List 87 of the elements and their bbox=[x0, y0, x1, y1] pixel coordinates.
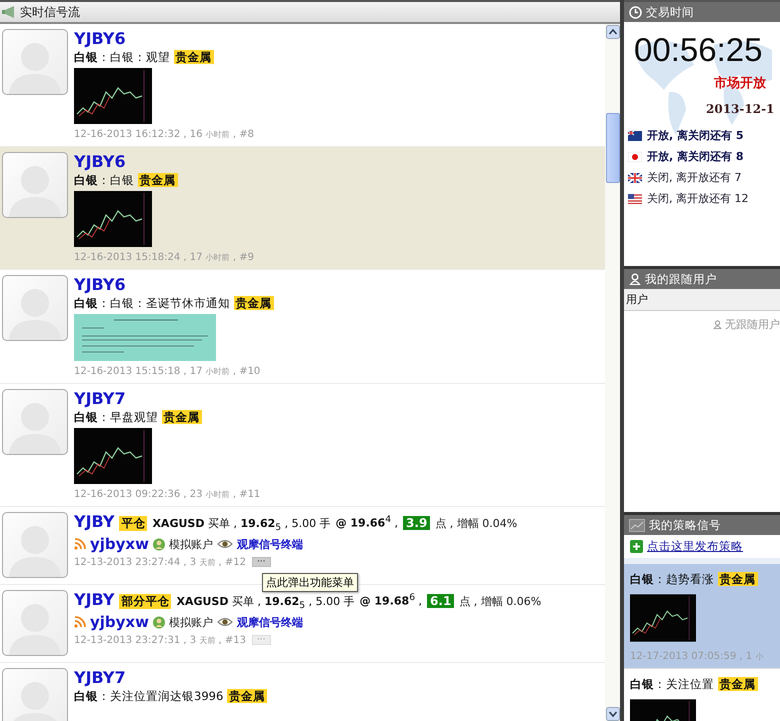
author-link[interactable]: YJBY6 bbox=[74, 275, 126, 294]
user-icon bbox=[152, 616, 165, 629]
avatar bbox=[2, 29, 68, 95]
action-tag: 部分平仓 bbox=[119, 594, 172, 609]
scrollbar[interactable] bbox=[605, 24, 620, 721]
signal-text: 白银：关注位置 贵金属 bbox=[630, 677, 758, 692]
signal-item[interactable]: YJBY6 白银：白银：观望 贵金属 12-16-2013 16:12:32 , 16 小时前 , #8 bbox=[0, 24, 605, 147]
panel-title: 我的跟随用户 bbox=[645, 272, 717, 286]
rss-icon bbox=[74, 616, 86, 628]
avatar bbox=[2, 389, 68, 455]
more-button[interactable]: ··· bbox=[252, 556, 271, 567]
account-label: 模拟账户 bbox=[168, 614, 213, 630]
fill-price: @ 19.68$^{6}$ , bbox=[360, 592, 422, 608]
flag-icon bbox=[628, 130, 642, 140]
session-status: 开放, 离关闭还有 5 bbox=[647, 128, 744, 143]
avatar bbox=[2, 275, 68, 341]
megaphone-icon bbox=[2, 6, 16, 18]
terminal-link[interactable]: 观摩信号终端 bbox=[236, 614, 303, 630]
author-link[interactable]: YJBY6 bbox=[74, 29, 126, 48]
post-meta: 12-16-2013 15:18:24 , 17 小时前 , #9 bbox=[74, 252, 254, 263]
avatar bbox=[2, 668, 68, 721]
signal-item[interactable]: YJBY6 白银：白银 贵金属 12-16-2013 15:18:24 , 17 小时前 , #9 bbox=[0, 147, 605, 270]
strategy-item[interactable]: 白银：趋势看涨 贵金属 12-17-2013 07:05:59 , 1 小 bbox=[624, 564, 780, 669]
action-tag: 平仓 bbox=[119, 516, 148, 531]
user-icon bbox=[713, 320, 722, 329]
signal-text: 白银：关注位置润达银3996 贵金属 bbox=[74, 689, 267, 704]
user-icon bbox=[152, 538, 165, 551]
rss-icon bbox=[74, 538, 86, 550]
market-date: 2013-12-1 bbox=[706, 102, 774, 116]
post-meta: 12-16-2013 16:12:32 , 16 小时前 , #8 bbox=[74, 129, 254, 140]
fill-price: @ 19.66$^{4}$ , bbox=[336, 514, 398, 530]
post-meta: 12-13-2013 23:27:31 , 3 天前 , #13 bbox=[74, 635, 246, 646]
clock-time: 00:56:25 bbox=[634, 32, 762, 68]
flag-icon bbox=[628, 152, 642, 162]
panel-title: 我的策略信号 bbox=[649, 518, 721, 532]
chart-icon bbox=[629, 518, 645, 532]
signal-item[interactable]: YJBY6 白银：白银：圣诞节休市通知 贵金属 12-16-2013 15:15:18 , 17 小时前 , #10 bbox=[0, 270, 605, 384]
pips-badge: 6.1 bbox=[427, 594, 454, 608]
post-meta: 12-16-2013 15:15:18 , 17 小时前 , #10 bbox=[74, 366, 260, 377]
signal-item[interactable]: YJBY7 白银：早盘观望 贵金属 12-16-2013 09:22:36 , 23 小时前 , #11 bbox=[0, 384, 605, 507]
session-status: 开放, 离关闭还有 8 bbox=[647, 149, 744, 164]
order-text: XAGUSD 买单 , 19.62$_{5}$ , 5.00 手 bbox=[152, 516, 331, 534]
signal-item[interactable]: YJBY7 白银：关注位置润达银3996 贵金属 bbox=[0, 663, 605, 721]
clock-icon bbox=[629, 6, 642, 18]
signal-text: 白银：白银：圣诞节休市通知 贵金属 bbox=[74, 296, 274, 311]
post-meta: 12-17-2013 07:05:59 , 1 小 bbox=[630, 651, 764, 662]
order-text: XAGUSD 买单 , 19.62$_{5}$ , 5.00 手 bbox=[176, 594, 355, 612]
author-link[interactable]: YJBY6 bbox=[74, 152, 126, 171]
scroll-thumb[interactable] bbox=[606, 113, 620, 183]
signal-text: 白银：白银 贵金属 bbox=[74, 173, 178, 188]
author-link[interactable]: YJBY7 bbox=[74, 389, 126, 408]
signal-text: 白银：趋势看涨 贵金属 bbox=[630, 572, 758, 587]
session-status: 关闭, 离开放还有 7 bbox=[647, 170, 742, 185]
avatar bbox=[2, 152, 68, 218]
eye-icon bbox=[216, 539, 233, 550]
signal-text: 白银：白银：观望 贵金属 bbox=[74, 50, 214, 65]
panel-title: 交易时间 bbox=[646, 4, 694, 20]
tooltip: 点此弹出功能菜单 bbox=[262, 572, 358, 592]
publish-link[interactable]: 点击这里发布策略 bbox=[647, 539, 743, 554]
scroll-up-button[interactable] bbox=[606, 25, 620, 39]
avatar bbox=[2, 512, 68, 578]
post-meta: 12-13-2013 23:27:44 , 3 天前 , #12 bbox=[74, 557, 246, 568]
empty-message: 无跟随用户 bbox=[725, 317, 780, 332]
author-link[interactable]: YJBY bbox=[74, 590, 114, 609]
user-icon bbox=[629, 273, 641, 285]
flag-icon bbox=[628, 194, 642, 204]
panel-title: 实时信号流 bbox=[20, 4, 80, 20]
avatar bbox=[2, 590, 68, 656]
plus-icon bbox=[630, 540, 643, 553]
scroll-down-button[interactable] bbox=[606, 707, 620, 721]
signal-text: 白银：早盘观望 贵金属 bbox=[74, 410, 202, 425]
source-link[interactable]: yjbyxw bbox=[90, 535, 149, 554]
account-label: 模拟账户 bbox=[168, 536, 213, 552]
source-link[interactable]: yjbyxw bbox=[90, 613, 149, 632]
column-header: 用户 bbox=[626, 293, 648, 306]
change-text: 点 , 增幅 0.04% bbox=[435, 516, 518, 531]
change-text: 点 , 增幅 0.06% bbox=[459, 594, 542, 609]
strategy-item[interactable]: 白银：关注位置 贵金属 bbox=[624, 669, 780, 721]
author-link[interactable]: YJBY7 bbox=[74, 668, 126, 687]
eye-icon bbox=[216, 617, 233, 628]
post-meta: 12-16-2013 09:22:36 , 23 小时前 , #11 bbox=[74, 489, 260, 500]
session-status: 关闭, 离开放还有 12 bbox=[647, 191, 748, 206]
pips-badge: 3.9 bbox=[403, 516, 430, 530]
terminal-link[interactable]: 观摩信号终端 bbox=[236, 536, 303, 552]
author-link[interactable]: YJBY bbox=[74, 512, 114, 531]
flag-icon bbox=[628, 172, 642, 182]
market-status: 市场开放 bbox=[714, 74, 766, 92]
